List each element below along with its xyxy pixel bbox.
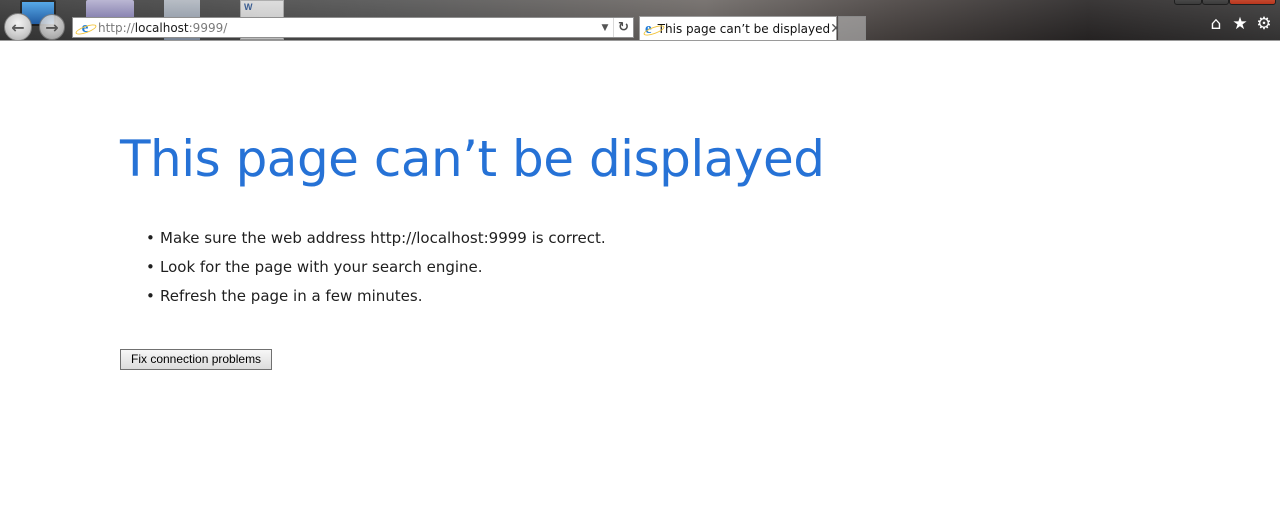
browser-chrome: ← → e http://localhost:9999/ ▼ ↻ e This … — [0, 0, 1280, 41]
list-item: Refresh the page in a few minutes. — [146, 282, 1220, 311]
address-dropdown-icon[interactable]: ▼ — [597, 23, 613, 33]
refresh-icon[interactable]: ↻ — [613, 18, 633, 37]
list-item: Make sure the web address http://localho… — [146, 224, 1220, 253]
home-icon[interactable]: ⌂ — [1208, 15, 1224, 33]
maximize-button[interactable] — [1202, 0, 1229, 5]
back-arrow-icon: ← — [11, 17, 25, 37]
gear-icon[interactable]: ⚙ — [1256, 15, 1272, 33]
browser-toolbar: ⌂ ★ ⚙ — [1208, 15, 1272, 33]
ie-logo-icon: e — [77, 20, 93, 36]
new-tab-button[interactable] — [838, 16, 866, 40]
forward-button[interactable]: → — [39, 14, 65, 40]
back-button[interactable]: ← — [4, 13, 32, 40]
tab-current[interactable]: e This page can’t be displayed ✕ — [639, 16, 842, 40]
page-title: This page can’t be displayed — [120, 130, 825, 188]
address-url[interactable]: http://localhost:9999/ — [98, 21, 227, 35]
fix-connection-problems-button[interactable]: Fix connection problems — [120, 349, 273, 370]
address-bar[interactable]: e http://localhost:9999/ ▼ ↻ — [72, 17, 634, 38]
list-item: Look for the page with your search engin… — [146, 253, 1220, 282]
minimize-button[interactable] — [1174, 0, 1202, 5]
close-window-button[interactable] — [1229, 0, 1276, 5]
tab-ie-logo-icon: e — [645, 21, 652, 37]
star-icon[interactable]: ★ — [1232, 15, 1248, 33]
forward-arrow-icon: → — [45, 17, 59, 37]
error-page: This page can’t be displayed Make sure t… — [120, 128, 1220, 370]
tab-title: This page can’t be displayed — [657, 22, 831, 36]
suggestion-list: Make sure the web address http://localho… — [146, 224, 1220, 311]
